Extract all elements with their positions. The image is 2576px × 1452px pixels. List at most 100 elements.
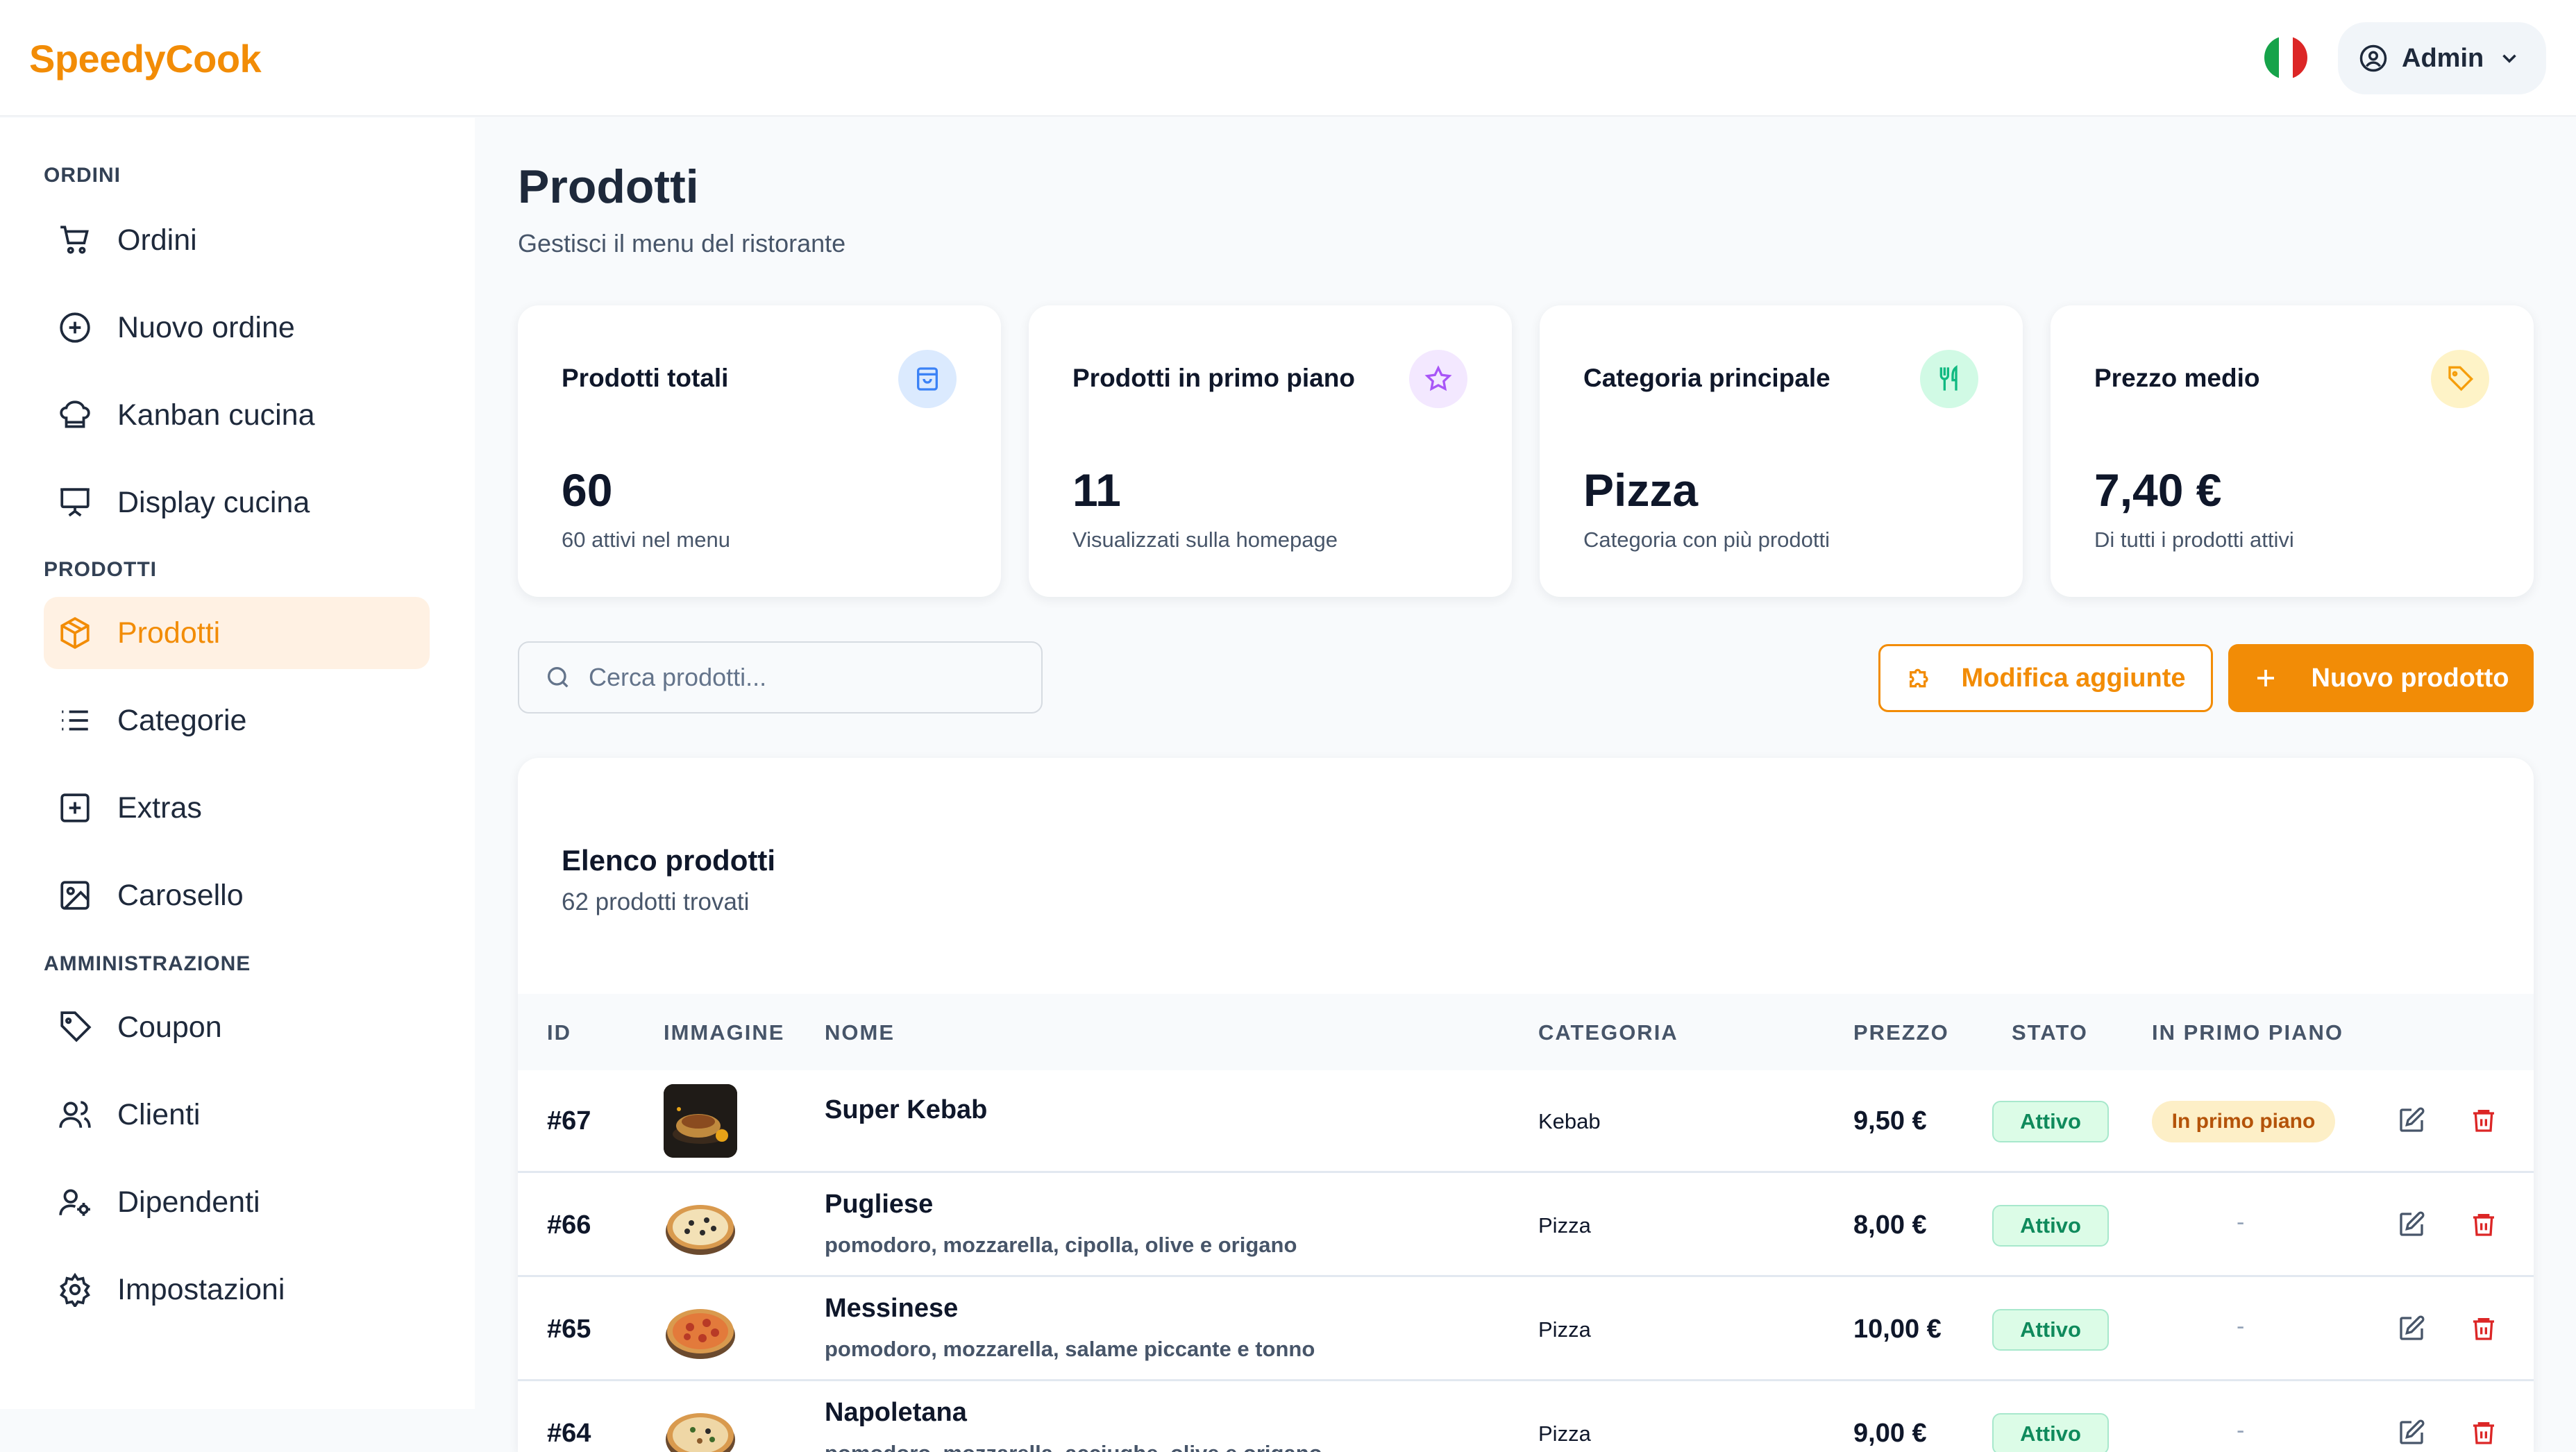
edit-addons-label: Modifica aggiunte — [1961, 663, 2186, 693]
product-name: Pugliese — [825, 1190, 934, 1219]
stat-card-title: Prezzo medio — [2094, 364, 2260, 392]
sidebar-item-label: Extras — [117, 791, 202, 825]
sidebar-item-label: Nuovo ordine — [117, 310, 295, 344]
featured-empty: - — [2237, 1417, 2245, 1444]
trash-icon[interactable] — [2470, 1106, 2498, 1134]
stat-card-description: Di tutti i prodotti attivi — [2094, 527, 2294, 552]
user-cog-icon — [59, 1189, 90, 1216]
product-id: #64 — [547, 1419, 591, 1448]
product-list-panel: Elenco prodotti 62 prodotti trovati ID I… — [518, 758, 2534, 1452]
sidebar-item-nuovo-ordine[interactable]: Nuovo ordine — [44, 292, 430, 364]
sidebar-item-dipendenti[interactable]: Dipendenti — [44, 1166, 430, 1238]
product-name: Napoletana — [825, 1398, 967, 1427]
user-menu-button[interactable]: Admin — [2338, 22, 2546, 94]
product-category: Pizza — [1538, 1421, 1591, 1446]
edit-addons-button[interactable]: Modifica aggiunte — [1878, 644, 2213, 712]
sidebar-item-categorie[interactable]: Categorie — [44, 684, 430, 757]
column-header-price[interactable]: PREZZO — [1853, 1020, 1949, 1045]
sidebar-item-label: Carosello — [117, 878, 244, 912]
column-header-featured[interactable]: IN PRIMO PIANO — [2152, 1020, 2343, 1045]
sidebar-item-ordini[interactable]: Ordini — [44, 204, 430, 276]
edit-icon[interactable] — [2398, 1210, 2425, 1238]
table-row[interactable]: #67 Super Kebab Kebab 9,50 € Attivo In p… — [518, 1070, 2534, 1173]
stat-card-description: 60 attivi nel menu — [562, 527, 730, 552]
column-header-status[interactable]: STATO — [2012, 1020, 2088, 1045]
sidebar-item-label: Dipendenti — [117, 1185, 260, 1219]
column-header-image: IMMAGINE — [664, 1020, 785, 1045]
stat-card-description: Categoria con più prodotti — [1583, 527, 1830, 552]
sidebar-item-label: Impostazioni — [117, 1272, 285, 1306]
plus-icon — [2257, 670, 2274, 686]
product-image-pizza — [664, 1292, 737, 1366]
sidebar-section-title: AMMINISTRAZIONE — [44, 952, 251, 975]
status-badge: Attivo — [1992, 1413, 2109, 1452]
featured-empty: - — [2237, 1209, 2245, 1235]
column-header-category[interactable]: CATEGORIA — [1538, 1020, 1678, 1045]
sidebar-item-prodotti[interactable]: Prodotti — [44, 597, 430, 669]
product-count: 62 prodotti trovati — [562, 888, 750, 915]
sidebar-item-coupon[interactable]: Coupon — [44, 991, 430, 1063]
table-row[interactable]: #66 Pugliese pomodoro, mozzarella, cipol… — [518, 1174, 2534, 1277]
search-icon — [548, 667, 569, 688]
sidebar-item-carosello[interactable]: Carosello — [44, 859, 430, 931]
user-name: Admin — [2402, 43, 2484, 73]
product-list-title: Elenco prodotti — [562, 844, 775, 877]
product-image-pizza — [664, 1396, 737, 1452]
edit-icon[interactable] — [2398, 1106, 2425, 1134]
edit-icon[interactable] — [2398, 1419, 2425, 1446]
stat-card-main-category: Categoria principale Pizza Categoria con… — [1540, 305, 2023, 597]
column-header-id[interactable]: ID — [547, 1020, 571, 1045]
top-bar: SpeedyCook Admin — [0, 0, 2576, 117]
table-row[interactable]: #64 Napoletana pomodoro, mozzarella, acc… — [518, 1383, 2534, 1452]
sidebar-item-impostazioni[interactable]: Impostazioni — [44, 1253, 430, 1326]
presentation-icon — [60, 488, 90, 517]
tag-icon — [2431, 350, 2489, 408]
stat-card-average-price: Prezzo medio 7,40 € Di tutti i prodotti … — [2051, 305, 2534, 597]
product-category: Kebab — [1538, 1109, 1601, 1133]
product-description: pomodoro, mozzarella, cipolla, olive e o… — [825, 1233, 1297, 1257]
shopping-bag-icon — [898, 350, 957, 408]
cart-icon — [60, 226, 89, 254]
italy-flag-icon[interactable] — [2264, 36, 2307, 79]
list-icon — [62, 710, 88, 731]
sidebar: ORDINI Ordini Nuovo ordine Kanban cucina… — [0, 118, 475, 1409]
plus-square-icon — [60, 793, 90, 822]
product-category: Pizza — [1538, 1213, 1591, 1238]
sidebar-section-title: ORDINI — [44, 164, 121, 187]
edit-icon[interactable] — [2398, 1315, 2425, 1342]
stat-card-value: 11 — [1072, 464, 1121, 516]
product-description: pomodoro, mozzarella, salame piccante e … — [825, 1337, 1315, 1361]
sidebar-item-extras[interactable]: Extras — [44, 772, 430, 844]
new-product-button[interactable]: Nuovo prodotto — [2228, 644, 2534, 712]
trash-icon[interactable] — [2470, 1419, 2498, 1446]
status-badge: Attivo — [1992, 1309, 2109, 1351]
app-logo[interactable]: SpeedyCook — [29, 36, 262, 81]
product-id: #65 — [547, 1315, 591, 1344]
product-id: #67 — [547, 1106, 591, 1136]
product-image-kebab — [664, 1084, 737, 1158]
product-id: #66 — [547, 1210, 591, 1240]
sidebar-item-clienti[interactable]: Clienti — [44, 1079, 430, 1151]
plus-circle-icon — [60, 312, 90, 343]
table-row[interactable]: #65 Messinese pomodoro, mozzarella, sala… — [518, 1278, 2534, 1381]
trash-icon[interactable] — [2470, 1315, 2498, 1342]
sidebar-item-label: Prodotti — [117, 616, 221, 650]
utensils-icon — [1920, 350, 1978, 408]
product-category: Pizza — [1538, 1317, 1591, 1342]
user-circle-icon — [2359, 44, 2387, 72]
column-header-name[interactable]: NOME — [825, 1020, 895, 1045]
product-price: 9,00 € — [1853, 1419, 1927, 1448]
image-icon — [60, 881, 90, 910]
puzzle-icon — [1909, 668, 1928, 688]
trash-icon[interactable] — [2470, 1210, 2498, 1238]
search-input[interactable] — [587, 662, 1004, 693]
sidebar-item-label: Clienti — [117, 1097, 201, 1131]
product-price: 9,50 € — [1853, 1106, 1927, 1136]
box-icon — [60, 617, 90, 649]
sidebar-item-kanban-cucina[interactable]: Kanban cucina — [44, 379, 430, 451]
table-header: ID IMMAGINE NOME CATEGORIA PREZZO STATO … — [518, 994, 2534, 1070]
status-badge: Attivo — [1992, 1101, 2109, 1142]
search-box — [518, 641, 1043, 714]
new-product-label: Nuovo prodotto — [2311, 663, 2509, 693]
sidebar-item-display-cucina[interactable]: Display cucina — [44, 466, 430, 539]
